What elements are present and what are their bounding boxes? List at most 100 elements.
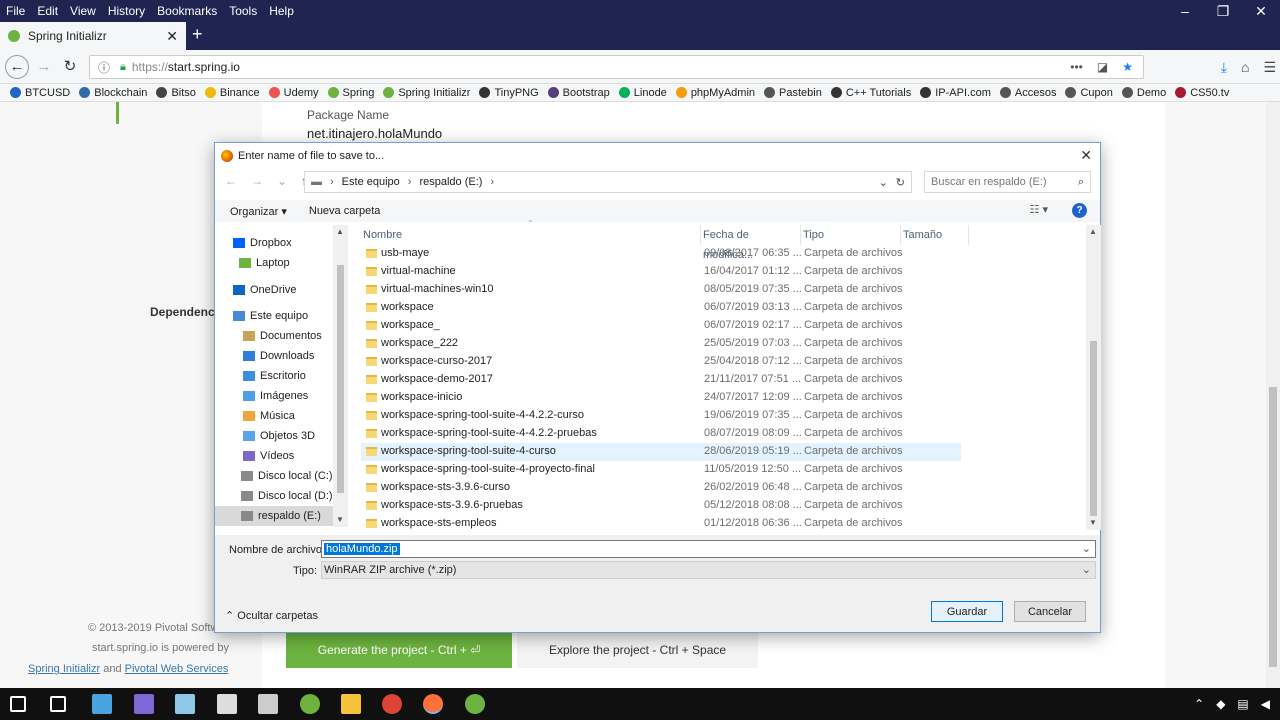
nav-item[interactable]: Música [215,406,333,426]
file-type-dropdown-icon[interactable]: ⌄ [1082,562,1091,578]
page-scrollbar[interactable] [1266,102,1280,688]
bookmark-item[interactable]: Binance [204,87,260,99]
spring-tool-suite-icon[interactable] [300,694,320,714]
dialog-back-icon[interactable]: ← [225,174,237,188]
chrome-icon[interactable] [382,694,402,714]
close-window-icon[interactable]: ✕ [1242,0,1280,22]
file-row[interactable]: workspace-spring-tool-suite-4-4.2.2-curs… [361,407,961,425]
column-header-name[interactable]: Nombre [361,225,701,245]
file-row[interactable]: workspace-demo-2017 21/11/2017 07:51 ... C… [361,371,961,389]
file-type-select[interactable]: WinRAR ZIP archive (*.zip) ⌄ [321,561,1096,579]
file-row[interactable]: workspace-sts-3.9.6-curso 26/02/2019 06:4… [361,479,961,497]
file-list-scrollbar[interactable]: ▲ ▼ [1086,225,1101,530]
file-row[interactable]: workspace-inicio 24/07/2017 12:09 ... Carp… [361,389,961,407]
file-row[interactable]: workspace-curso-2017 25/04/2018 07:12 ...… [361,353,961,371]
generate-project-button[interactable]: Generate the project - Ctrl + ⏎ [286,632,512,668]
file-row[interactable]: workspace_ 06/07/2019 02:17 ... Carpeta de… [361,317,961,335]
dropbox-tray-icon[interactable]: ◆ [1216,697,1225,711]
hide-folders-button[interactable]: ⌃ Ocultar carpetas [225,609,318,622]
spring-tool-suite-icon[interactable] [465,694,485,714]
column-header-date[interactable]: Fecha de modifica... [701,225,801,261]
file-row[interactable]: usb-maye 09/08/2017 06:35 ... Carpeta de a… [361,245,961,263]
bookmark-star-icon[interactable]: ★ [1122,60,1133,74]
bookmark-item[interactable]: C++ Tutorials [830,87,911,99]
page-actions-icon[interactable]: ••• [1070,60,1083,74]
file-explorer-icon[interactable] [341,694,361,714]
scroll-up-icon[interactable]: ▲ [336,227,344,236]
bookmark-item[interactable]: IP-API.com [920,87,991,99]
menu-hamburger-icon[interactable]: ☰ [1263,59,1276,76]
info-icon[interactable]: ⓘ [98,59,110,76]
network-tray-icon[interactable]: ▤ [1237,697,1248,711]
pivotal-web-services-link[interactable]: Pivotal Web Services [125,663,229,675]
downloads-icon[interactable]: ⤓ [1221,59,1227,76]
notepad-icon[interactable] [175,694,195,714]
menu-help[interactable]: Help [263,4,300,18]
column-header-size[interactable]: Tamaño [901,225,969,245]
tab-close-icon[interactable]: ✕ [166,28,178,45]
dialog-close-icon[interactable]: ✕ [1080,147,1092,164]
nav-item[interactable]: Vídeos [215,446,333,466]
network-icon[interactable] [134,694,154,714]
column-header-type[interactable]: Tipo [801,225,901,245]
file-row[interactable]: virtual-machines-win10 08/05/2019 07:35 .… [361,281,961,299]
firefox-icon[interactable] [423,694,443,714]
nav-item[interactable]: Documentos [215,326,333,346]
bookmark-item[interactable]: Pastebin [764,87,822,99]
menu-view[interactable]: View [64,4,102,18]
spring-initializr-link[interactable]: Spring Initializr [28,663,100,675]
search-input[interactable]: Buscar en respaldo (E:) ⌕ [924,171,1091,193]
bookmark-item[interactable]: Linode [618,87,667,99]
menu-history[interactable]: History [102,4,151,18]
breadcrumb-chevron-icon[interactable]: › [330,176,334,188]
breadcrumb-chevron-icon[interactable]: › [490,176,494,188]
bookmark-item[interactable]: Bitso [156,87,196,99]
bookmark-item[interactable]: Udemy [268,87,319,99]
nav-item[interactable]: Laptop [215,253,333,273]
file-list-scroll-thumb[interactable] [1090,341,1097,516]
nav-scroll-thumb[interactable] [337,265,344,493]
bookmark-item[interactable]: Spring Initializr [383,87,470,99]
new-folder-button[interactable]: Nueva carpeta [309,205,381,217]
bookmark-item[interactable]: Bootstrap [547,87,610,99]
file-row[interactable]: workspace-sts-3.9.6-pruebas 05/12/2018 08… [361,497,961,515]
file-row[interactable]: workspace-spring-tool-suite-4-4.2.2-prue… [361,425,961,443]
filename-input[interactable]: holaMundo.zip ⌄ [321,540,1096,558]
menu-file[interactable]: File [0,4,31,18]
nav-scrollbar[interactable]: ▲ ▼ [333,225,348,527]
save-button[interactable]: Guardar [931,601,1003,622]
view-options-icon[interactable]: ☷ ▾ [1030,203,1048,216]
menu-edit[interactable]: Edit [31,4,64,18]
back-icon[interactable]: ← [5,55,29,79]
pocket-icon[interactable]: ◪ [1097,60,1108,74]
filename-dropdown-icon[interactable]: ⌄ [1082,541,1091,557]
task-view-icon[interactable] [50,696,66,712]
bookmark-item[interactable]: Accesos [999,87,1056,99]
file-row[interactable]: workspace 06/07/2019 03:13 ... Carpeta de … [361,299,961,317]
nav-item[interactable]: Downloads [215,346,333,366]
volume-tray-icon[interactable]: ◀ [1261,697,1270,711]
bookmark-item[interactable]: Demo [1121,87,1166,99]
bookmark-item[interactable]: Spring [327,87,374,99]
file-row[interactable]: virtual-machine 16/04/2017 01:12 ... Carpe… [361,263,961,281]
scroll-up-icon[interactable]: ▲ [1089,227,1097,236]
breadcrumb-respaldo[interactable]: respaldo (E:) [419,176,482,188]
organize-button[interactable]: Organizar ▾ [230,205,287,218]
bookmark-item[interactable]: phpMyAdmin [675,87,755,99]
package-name-input[interactable]: net.itinajero.holaMundo [307,126,442,141]
bookmark-item[interactable]: CS50.tv [1175,87,1229,99]
page-scroll-thumb[interactable] [1269,387,1277,667]
address-dropdown-icon[interactable]: ⌄ [879,176,896,189]
tab-spring-initializr[interactable]: Spring Initializr ✕ [0,22,186,50]
reload-icon[interactable]: ↻ [59,56,81,78]
nav-item[interactable]: Dropbox [215,233,333,253]
dialog-forward-icon[interactable]: → [251,174,263,188]
menu-bookmarks[interactable]: Bookmarks [151,4,223,18]
menu-tools[interactable]: Tools [223,4,263,18]
control-panel-icon[interactable] [92,694,112,714]
nav-item[interactable]: Disco local (C:) [215,466,333,486]
nav-item[interactable]: Este equipo [215,306,333,326]
bookmark-item[interactable]: Cupon [1065,87,1113,99]
scroll-down-icon[interactable]: ▼ [1089,518,1097,527]
breadcrumb-chevron-icon[interactable]: › [408,176,412,188]
